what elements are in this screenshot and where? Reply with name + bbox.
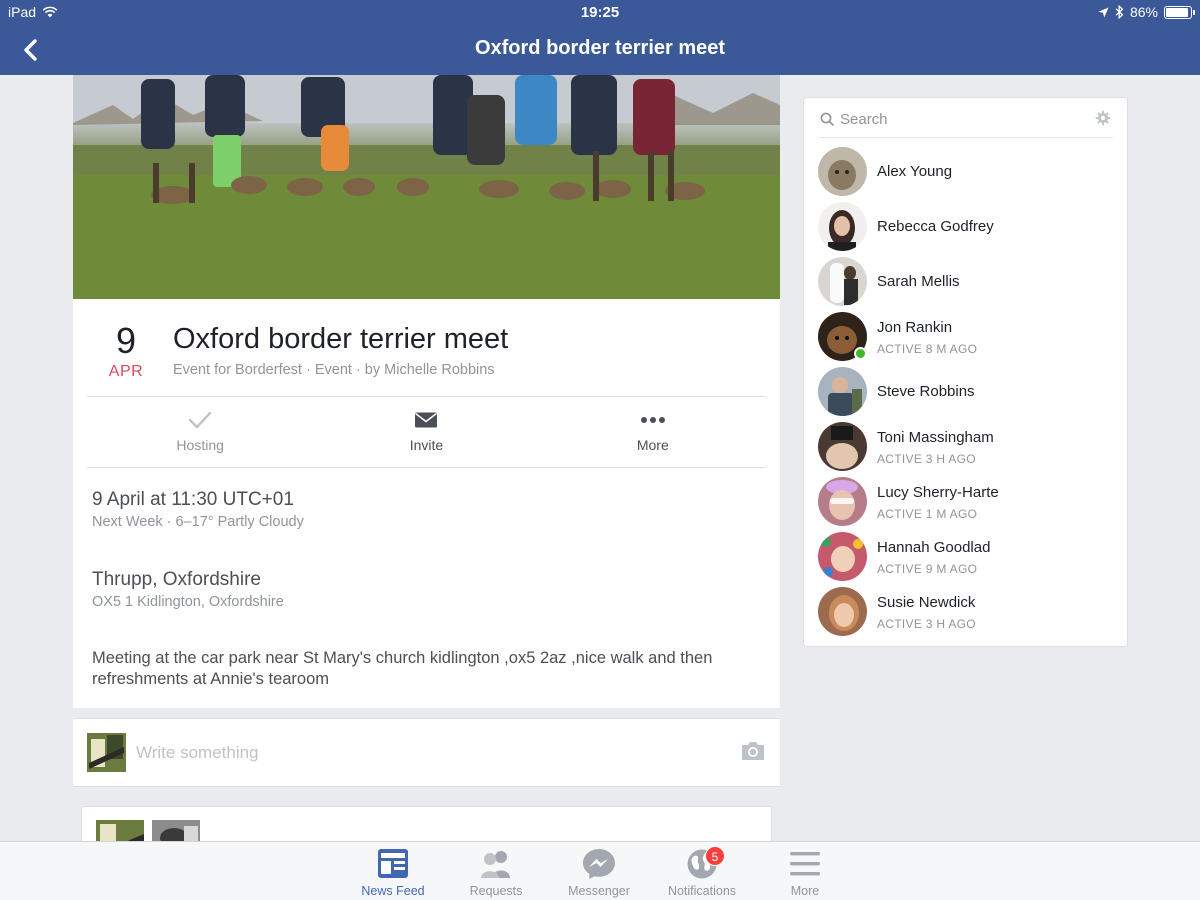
event-location[interactable]: Thrupp, Oxfordshire OX5 1 Kidlington, Ox… — [92, 569, 284, 610]
search-input[interactable]: Search — [840, 111, 888, 128]
event-title: Oxford border terrier meet — [173, 323, 509, 355]
avatar — [818, 257, 867, 306]
event-time-weather: Next Week · 6–17° Partly Cloudy — [92, 514, 304, 530]
event-date-day: 9 — [115, 320, 137, 361]
check-icon — [188, 411, 212, 429]
friend-active-status: ACTIVE 9 M AGO — [877, 562, 978, 576]
friend-row-susie-newdick[interactable]: Susie Newdick ACTIVE 3 H AGO — [818, 587, 1115, 637]
notification-count-badge: 5 — [705, 846, 725, 866]
more-label: More — [636, 437, 669, 453]
friend-name: Steve Robbins — [877, 383, 975, 400]
event-actions: Hosting Invite More — [87, 397, 766, 467]
friend-row-sarah-mellis[interactable]: Sarah Mellis — [818, 257, 1115, 307]
divider — [87, 467, 766, 468]
tab-notifications[interactable]: 5 Notifications — [652, 846, 752, 898]
event-description: Meeting at the car park near St Mary's c… — [92, 649, 713, 688]
envelope-icon — [415, 412, 438, 428]
event-cover-photo[interactable] — [73, 75, 780, 299]
hosting-label: Hosting — [176, 437, 224, 453]
hamburger-menu-icon — [788, 848, 822, 880]
more-options-button[interactable]: More — [540, 397, 766, 467]
friend-name: Lucy Sherry-Harte — [877, 484, 999, 501]
friend-row-lucy-sherry-harte[interactable]: Lucy Sherry-Harte ACTIVE 1 M AGO — [818, 477, 1115, 527]
friend-name: Alex Young — [877, 163, 953, 180]
friend-name: Susie Newdick — [877, 594, 976, 611]
friend-active-status: ACTIVE 3 H AGO — [877, 617, 976, 631]
friend-active-status: ACTIVE 3 H AGO — [877, 452, 976, 466]
tab-requests[interactable]: Requests — [446, 848, 546, 898]
user-avatar — [87, 733, 126, 772]
event-location-main: Thrupp, Oxfordshire — [92, 569, 261, 590]
clock: 19:25 — [580, 4, 620, 21]
avatar — [818, 587, 867, 636]
event-time[interactable]: 9 April at 11:30 UTC+01 Next Week · 6–17… — [92, 489, 304, 530]
tab-label: Requests — [469, 884, 523, 898]
event-details-card: 9 APR Oxford border terrier meet Event f… — [73, 299, 780, 708]
page-title: Oxford border terrier meet — [474, 37, 726, 59]
tab-messenger[interactable]: Messenger — [549, 848, 649, 898]
navigation-bar: Oxford border terrier meet — [0, 24, 1200, 75]
tab-label: Messenger — [568, 884, 630, 898]
status-right: 86% — [1098, 4, 1195, 20]
battery-percent: 86% — [1129, 4, 1158, 20]
location-arrow-icon — [1098, 7, 1109, 17]
friend-row-rebecca-godfrey[interactable]: Rebecca Godfrey — [818, 202, 1115, 252]
tab-more[interactable]: More — [755, 848, 855, 898]
status-bar: iPad 19:25 86% — [0, 0, 1200, 24]
battery-icon — [1164, 5, 1195, 19]
tab-label: Notifications — [667, 884, 737, 898]
friend-row-hannah-goodlad[interactable]: Hannah Goodlad ACTIVE 9 M AGO — [818, 532, 1115, 582]
camera-icon[interactable] — [740, 740, 766, 762]
invite-button[interactable]: Invite — [313, 397, 539, 467]
event-time-main: 9 April at 11:30 UTC+01 — [92, 489, 294, 510]
search-icon — [820, 112, 834, 126]
friends-sidebar: Search Alex Young Rebecca Godfrey Sarah — [803, 97, 1128, 647]
avatar — [818, 202, 867, 251]
event-location-address: OX5 1 Kidlington, Oxfordshire — [92, 594, 284, 610]
friend-name: Jon Rankin — [877, 319, 953, 336]
friend-active-status: ACTIVE 1 M AGO — [877, 507, 978, 521]
tab-label: More — [790, 884, 820, 898]
avatar — [818, 147, 867, 196]
event-date: 9 APR — [103, 321, 149, 381]
friend-row-alex-young[interactable]: Alex Young — [818, 147, 1115, 197]
ellipsis-icon — [640, 417, 665, 423]
tab-label: News Feed — [361, 884, 425, 898]
messenger-icon — [582, 848, 616, 880]
friend-search[interactable]: Search — [818, 98, 1113, 138]
tab-news-feed[interactable]: News Feed — [343, 848, 443, 898]
avatar — [818, 367, 867, 416]
bottom-tab-bar: News Feed Requests Messenger 5 Notificat… — [0, 841, 1200, 900]
friend-name: Sarah Mellis — [877, 273, 960, 290]
friend-requests-icon — [479, 848, 513, 880]
event-subtitle[interactable]: Event for Borderfest · Event · by Michel… — [173, 362, 495, 378]
news-feed-icon — [376, 848, 410, 880]
friend-row-toni-massingham[interactable]: Toni Massingham ACTIVE 3 H AGO — [818, 422, 1115, 472]
event-date-month: APR — [108, 363, 144, 380]
friend-row-jon-rankin[interactable]: Jon Rankin ACTIVE 8 M AGO — [818, 312, 1115, 362]
friend-name: Hannah Goodlad — [877, 539, 991, 556]
globe-icon: 5 — [685, 846, 725, 880]
avatar — [818, 477, 867, 526]
friend-name: Toni Massingham — [877, 429, 994, 446]
write-something-input[interactable]: Write something — [136, 743, 259, 763]
gear-icon[interactable] — [1095, 110, 1111, 126]
hosting-button[interactable]: Hosting — [87, 397, 313, 467]
avatar — [818, 532, 867, 581]
cover-photo-illustration — [73, 75, 780, 299]
post-composer[interactable]: Write something — [73, 718, 780, 787]
bluetooth-icon — [1115, 5, 1124, 19]
friend-active-status: ACTIVE 8 M AGO — [877, 342, 978, 356]
avatar — [818, 422, 867, 471]
friend-name: Rebecca Godfrey — [877, 218, 994, 235]
friend-row-steve-robbins[interactable]: Steve Robbins — [818, 367, 1115, 417]
invite-label: Invite — [409, 437, 444, 453]
online-indicator — [854, 347, 867, 360]
